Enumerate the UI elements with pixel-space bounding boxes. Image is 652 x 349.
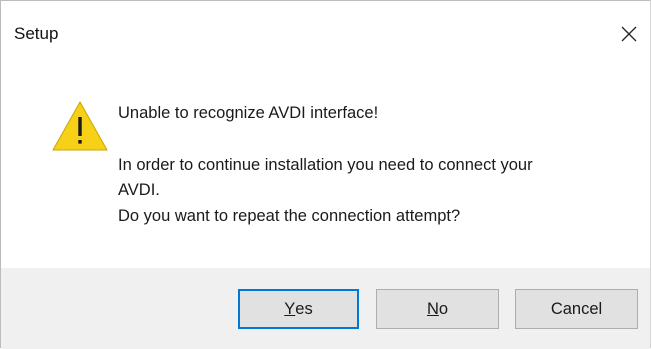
title-bar: Setup xyxy=(1,1,650,61)
yes-label: es xyxy=(295,299,313,318)
yes-accelerator: Y xyxy=(284,299,296,318)
no-button[interactable]: No xyxy=(376,289,499,329)
message-heading: Unable to recognize AVDI interface! xyxy=(118,104,379,122)
message-line: AVDI. xyxy=(118,181,160,199)
window-title: Setup xyxy=(14,24,59,43)
message-line: In order to continue installation you ne… xyxy=(118,156,533,174)
cancel-label: Cancel xyxy=(550,299,603,318)
no-accelerator: N xyxy=(426,299,439,318)
no-label: o xyxy=(438,299,449,318)
setup-dialog: Setup Unable to recognize AVDI interface… xyxy=(0,0,651,349)
message-line: Do you want to repeat the connection att… xyxy=(118,207,461,225)
close-icon xyxy=(621,26,637,42)
close-button[interactable] xyxy=(614,19,644,49)
warning-icon xyxy=(50,99,110,153)
yes-button[interactable]: Yes xyxy=(238,289,359,329)
cancel-button[interactable]: Cancel xyxy=(515,289,638,329)
button-bar: Yes No Cancel xyxy=(1,268,650,349)
